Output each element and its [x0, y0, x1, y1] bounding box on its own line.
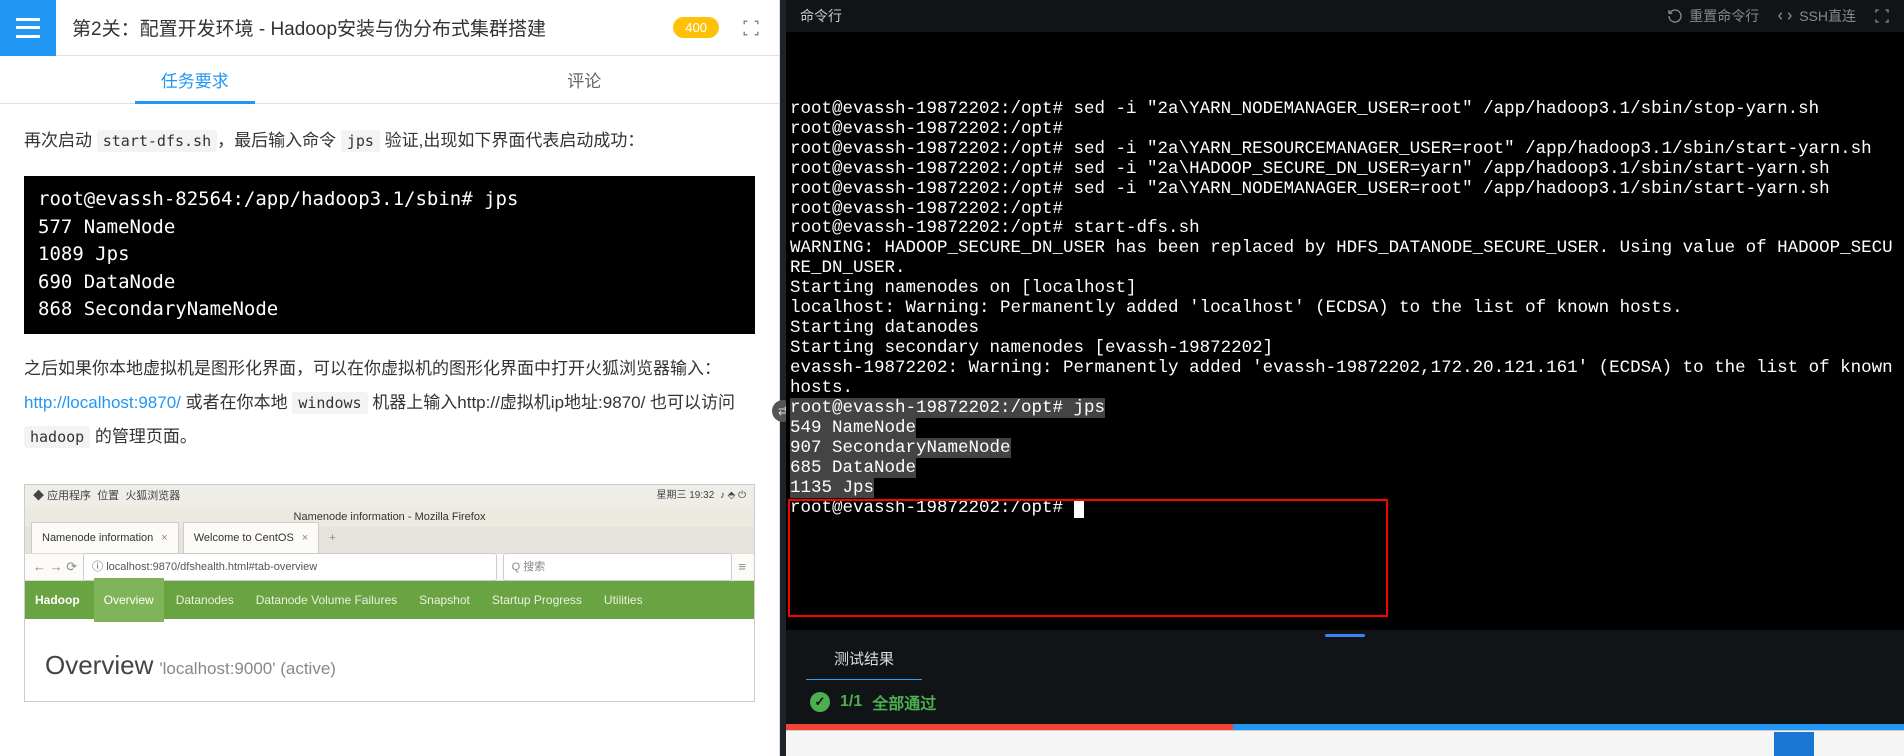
task-content: 再次启动 start-dfs.sh，最后输入命令 jps 验证,出现如下界面代表… [0, 104, 779, 756]
taskbar-app-icon [1774, 732, 1814, 756]
firefox-screenshot: ◆ 应用程序 位置 火狐浏览器 星期三 19:32 ♪ ⬘ ⏻ Namenode… [24, 484, 755, 702]
nav-startup: Startup Progress [482, 578, 592, 622]
code-start-dfs: start-dfs.sh [97, 130, 217, 152]
hadoop-brand: Hadoop [35, 588, 80, 612]
ff-tab-1: Namenode information× [31, 522, 179, 553]
code-hadoop: hadoop [24, 426, 90, 448]
localhost-link[interactable]: http://localhost:9870/ [24, 393, 181, 412]
tab-requirements[interactable]: 任务要求 [0, 56, 390, 103]
task-header: 第2关：配置开发环境 - Hadoop安装与伪分布式集群搭建 400 [0, 0, 779, 56]
check-icon: ✓ [810, 692, 830, 712]
task-title: 第2关：配置开发环境 - Hadoop安装与伪分布式集群搭建 [56, 14, 673, 41]
nav-snapshot: Snapshot [409, 578, 480, 622]
result-body: ✓ 1/1 全部通过 [786, 680, 1904, 724]
fullscreen-button[interactable] [1874, 8, 1890, 24]
ssh-icon [1777, 8, 1793, 24]
instruction-text: 再次启动 start-dfs.sh，最后输入命令 jps 验证,出现如下界面代表… [24, 124, 755, 158]
result-tab-tests[interactable]: 测试结果 [806, 638, 922, 682]
reset-terminal-button[interactable]: 重置命令行 [1667, 6, 1759, 26]
overview-heading: Overview'localhost:9000' (active) [45, 639, 734, 691]
hamburger-icon [16, 18, 40, 38]
nav-volume-failures: Datanode Volume Failures [246, 578, 407, 622]
result-drag-handle[interactable] [786, 630, 1904, 640]
tab-comments[interactable]: 评论 [390, 56, 780, 103]
nav-datanodes: Datanodes [166, 578, 244, 622]
result-pass: 全部通过 [872, 690, 936, 714]
nav-overview: Overview [94, 578, 164, 622]
hadoop-nav: Hadoop Overview Datanodes Datanode Volum… [25, 581, 754, 619]
jps-output-example: root@evassh-82564:/app/hadoop3.1/sbin# j… [24, 176, 755, 334]
code-windows: windows [292, 392, 367, 414]
ff-tab-2: Welcome to CentOS× [183, 522, 320, 553]
terminal-header: 命令行 重置命令行 SSH直连 [786, 0, 1904, 32]
result-count: 1/1 [840, 693, 862, 711]
fullscreen-icon [1874, 8, 1890, 24]
code-jps: jps [341, 130, 380, 152]
score-badge: 400 [673, 17, 719, 38]
task-panel: 第2关：配置开发环境 - Hadoop安装与伪分布式集群搭建 400 任务要求 … [0, 0, 780, 756]
terminal-output[interactable]: root@evassh-19872202:/opt# sed -i "2a\YA… [786, 32, 1904, 630]
result-tabs: 测试结果 [786, 640, 1904, 680]
refresh-icon [1667, 8, 1683, 24]
expand-icon [742, 19, 760, 37]
terminal-tab-label: 命令行 [800, 6, 842, 26]
content-tabs: 任务要求 评论 [0, 56, 779, 104]
nav-utilities: Utilities [594, 578, 653, 622]
ff-search-input: Q 搜索 [503, 553, 733, 581]
taskbar-strip [786, 730, 1904, 756]
menu-button[interactable] [0, 0, 56, 56]
instruction-text-2: 之后如果你本地虚拟机是图形化界面，可以在你虚拟机的图形化界面中打开火狐浏览器输入… [24, 352, 755, 454]
ff-url-bar: ← → ⟳ ⓘ localhost:9870/dfshealth.html#ta… [25, 553, 754, 581]
hadoop-overview-body: Overview'localhost:9000' (active) [25, 619, 754, 701]
ssh-button[interactable]: SSH直连 [1777, 6, 1856, 26]
terminal-panel: 命令行 重置命令行 SSH直连 root@evassh-19872202:/op… [786, 0, 1904, 756]
ff-url-input: ⓘ localhost:9870/dfshealth.html#tab-over… [83, 553, 497, 581]
expand-button[interactable] [731, 8, 771, 48]
ff-system-bar: ◆ 应用程序 位置 火狐浏览器 星期三 19:32 ♪ ⬘ ⏻ [25, 485, 754, 507]
ff-browser-tabs: Namenode information× Welcome to CentOS×… [25, 527, 754, 553]
